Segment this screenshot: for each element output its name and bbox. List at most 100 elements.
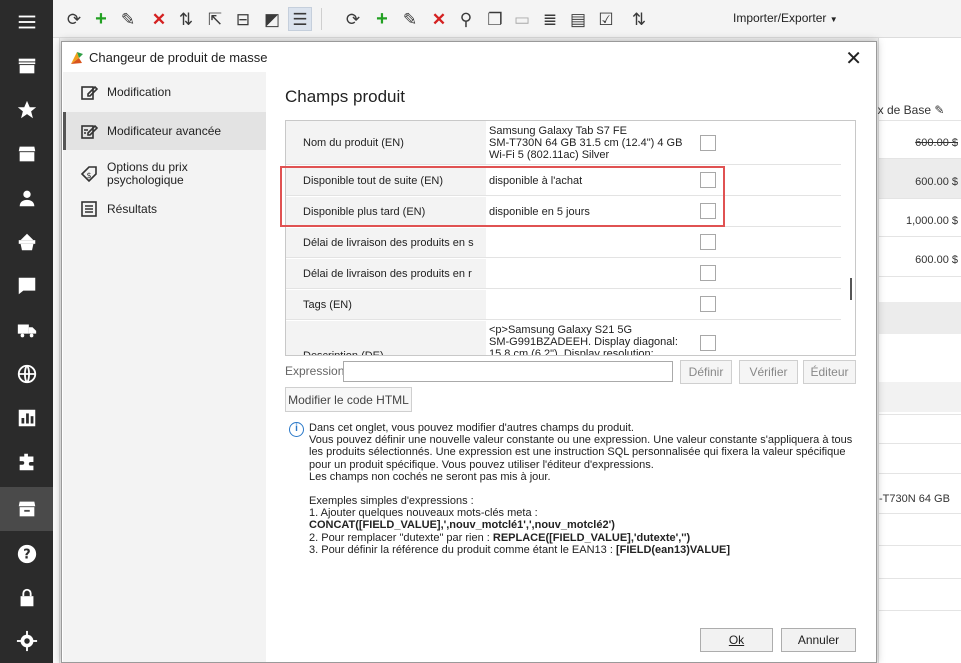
sort-icon[interactable]: ⇅ (174, 7, 198, 31)
examples-title: Exemples simples d'expressions : (309, 495, 474, 508)
copy-icon[interactable]: ❐ (483, 7, 507, 31)
svg-text:?: ? (23, 548, 30, 563)
importer-exporter-menu[interactable]: Importer/Exporter ▼ (733, 11, 838, 25)
field-value[interactable] (489, 259, 689, 288)
image-edit-icon[interactable]: ◩ (260, 7, 284, 31)
star-icon[interactable] (0, 88, 53, 132)
field-row[interactable]: Délai de livraison des produits en s (286, 228, 841, 258)
background-toolbar: ⟳ + ✎ ✕ ⇅ ⇱ ⊟ ◩ ☰ ⟳ + ✎ ✕ ⚲ ❐ ▭ ≣ ▤ ☑ ⇅ … (53, 0, 961, 38)
field-checkbox[interactable] (700, 203, 716, 219)
grid-scrollbar-thumb[interactable] (850, 278, 852, 300)
truck-icon[interactable] (0, 308, 53, 352)
field-row[interactable]: Tags (EN) (286, 290, 841, 320)
edit-square-icon (80, 83, 99, 101)
sidebar-item-label: Modificateur avancée (107, 123, 222, 138)
delete-icon-2[interactable]: ✕ (427, 7, 451, 31)
user-icon[interactable] (0, 176, 53, 220)
field-row[interactable]: Disponible tout de suite (EN) disponible… (286, 166, 841, 196)
field-checkbox[interactable] (700, 296, 716, 312)
ok-button[interactable]: Ok (700, 628, 773, 652)
field-row[interactable]: Disponible plus tard (EN) disponible en … (286, 197, 841, 227)
sidebar-item-advanced-modifier[interactable]: Modificateur avancée (63, 112, 266, 150)
define-button[interactable]: Définir (680, 360, 732, 384)
grid-header-price: ix de Base ✎ (875, 103, 958, 117)
dialog-titlebar: Changeur de produit de masse ✕ (62, 42, 876, 72)
field-label: Délai de livraison des produits en r (286, 259, 486, 288)
lock-icon[interactable] (0, 576, 53, 620)
add-icon-2[interactable]: + (370, 7, 394, 31)
example-3-code: [FIELD(ean13)VALUE] (615, 543, 731, 556)
delete-icon[interactable]: ✕ (147, 7, 171, 31)
field-value[interactable]: disponible à l'achat (489, 166, 689, 195)
field-value[interactable] (489, 290, 689, 319)
basket-icon[interactable] (0, 220, 53, 264)
search-icon[interactable]: ⚲ (454, 7, 478, 31)
background-left-panel (53, 38, 60, 663)
chart-icon[interactable] (0, 396, 53, 440)
field-value[interactable]: disponible en 5 jours (489, 197, 689, 226)
sidebar-item-results[interactable]: Résultats (63, 190, 266, 228)
archive-icon[interactable] (0, 487, 53, 531)
results-list-icon (80, 200, 98, 218)
editor-button[interactable]: Éditeur (803, 360, 856, 384)
field-checkbox[interactable] (700, 335, 716, 351)
sidebar-item-label: Options du prix psychologique (107, 160, 188, 187)
paste-icon[interactable]: ▭ (510, 7, 534, 31)
tree-icon[interactable]: ⊟ (231, 7, 255, 31)
expression-label: Expression (285, 364, 345, 378)
help-icon[interactable]: ? (0, 532, 53, 576)
field-checkbox[interactable] (700, 234, 716, 250)
price-tag-icon: $ (80, 165, 98, 183)
app-logo-icon (71, 52, 83, 64)
background-product-grid: ix de Base ✎ 600.00 $ 600.00 $ 1,000.00 … (875, 38, 961, 663)
cancel-button[interactable]: Annuler (781, 628, 856, 652)
grid-price-cell: 1,000.00 $ (906, 215, 958, 227)
app-left-nav: ? (0, 0, 53, 663)
field-label: Description (DE) (286, 321, 486, 355)
indent-icon[interactable]: ⇱ (203, 7, 227, 31)
sidebar-item-modification[interactable]: Modification (63, 73, 266, 111)
close-icon[interactable]: ✕ (845, 46, 862, 71)
field-row[interactable]: Nom du produit (EN) Samsung Galaxy Tab S… (286, 121, 841, 165)
verify-button[interactable]: Vérifier (739, 360, 798, 384)
add-icon[interactable]: + (89, 7, 113, 31)
list-icon[interactable]: ≣ (538, 7, 562, 31)
svg-text:$: $ (86, 171, 91, 180)
info-paragraph: Vous pouvez définir une nouvelle valeur … (309, 434, 853, 483)
field-value[interactable] (489, 228, 689, 257)
edit-icon-2[interactable]: ✎ (398, 7, 422, 31)
refresh-icon-2[interactable]: ⟳ (341, 7, 365, 31)
refresh-icon[interactable]: ⟳ (62, 7, 86, 31)
menu-icon[interactable] (0, 0, 53, 44)
field-row[interactable]: Délai de livraison des produits en r (286, 259, 841, 289)
check-icon[interactable]: ☑ (594, 7, 618, 31)
globe-icon[interactable] (0, 352, 53, 396)
field-checkbox[interactable] (700, 172, 716, 188)
message-icon[interactable] (0, 264, 53, 308)
field-value[interactable]: Samsung Galaxy Tab S7 FE SM-T730N 64 GB … (489, 121, 689, 164)
puzzle-icon[interactable] (0, 440, 53, 484)
grid-header-label: ix de Base (875, 103, 932, 117)
grid-price-cell: 600.00 $ (915, 137, 958, 149)
box-icon[interactable] (0, 132, 53, 176)
mass-change-icon[interactable]: ☰ (288, 7, 312, 31)
edit-icon[interactable]: ✎ (116, 7, 140, 31)
field-checkbox[interactable] (700, 135, 716, 151)
edit-html-button[interactable]: Modifier le code HTML (285, 387, 412, 412)
advanced-edit-icon (80, 122, 99, 140)
field-label: Nom du produit (EN) (286, 121, 486, 164)
toolbar-divider (321, 8, 322, 30)
field-value[interactable]: <p>Samsung Galaxy S21 5G SM-G991BZADEEH.… (489, 321, 689, 355)
settings-gear-icon[interactable] (0, 619, 53, 663)
dialog-sidebar: Modification Modificateur avancée $ Opti… (63, 72, 266, 662)
store-icon[interactable] (0, 44, 53, 88)
field-checkbox[interactable] (700, 265, 716, 281)
field-row[interactable]: Description (DE) <p>Samsung Galaxy S21 5… (286, 321, 841, 355)
grid-sku-cell: -T730N 64 GB (879, 493, 950, 505)
form-icon[interactable]: ▤ (566, 7, 590, 31)
example-1-text: 1. Ajouter quelques nouveaux mots-clés m… (309, 507, 538, 520)
expression-input[interactable] (343, 361, 673, 382)
importer-exporter-label: Importer/Exporter (733, 11, 827, 25)
info-icon: i (289, 422, 304, 437)
sort-icon-2[interactable]: ⇅ (627, 7, 651, 31)
